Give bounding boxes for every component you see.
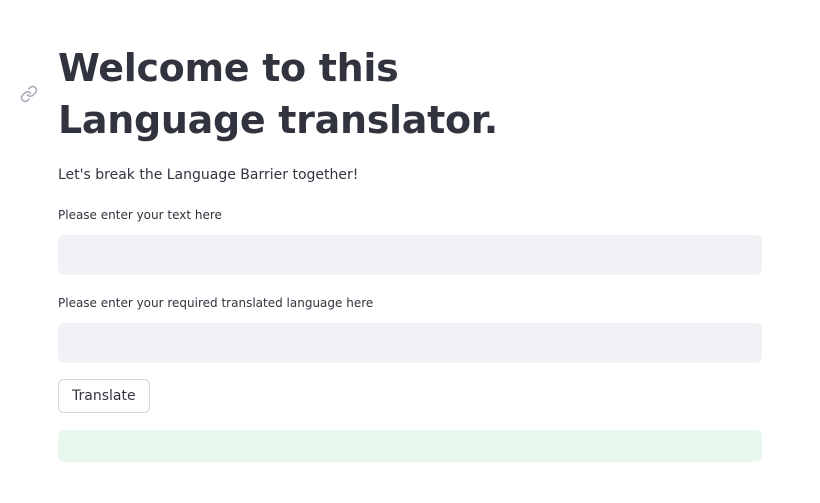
translate-button[interactable]: Translate <box>58 379 150 413</box>
page-subtitle: Let's break the Language Barrier togethe… <box>58 167 359 183</box>
link-icon[interactable] <box>20 85 40 105</box>
translation-result-box <box>58 430 762 462</box>
app-page: Welcome to this Language translator. Let… <box>0 0 820 503</box>
language-input-label: Please enter your required translated la… <box>58 296 374 310</box>
language-input[interactable] <box>58 323 762 363</box>
page-title: Welcome to this Language translator. <box>58 46 498 142</box>
text-input-label: Please enter your text here <box>58 208 222 222</box>
text-input[interactable] <box>58 235 762 275</box>
